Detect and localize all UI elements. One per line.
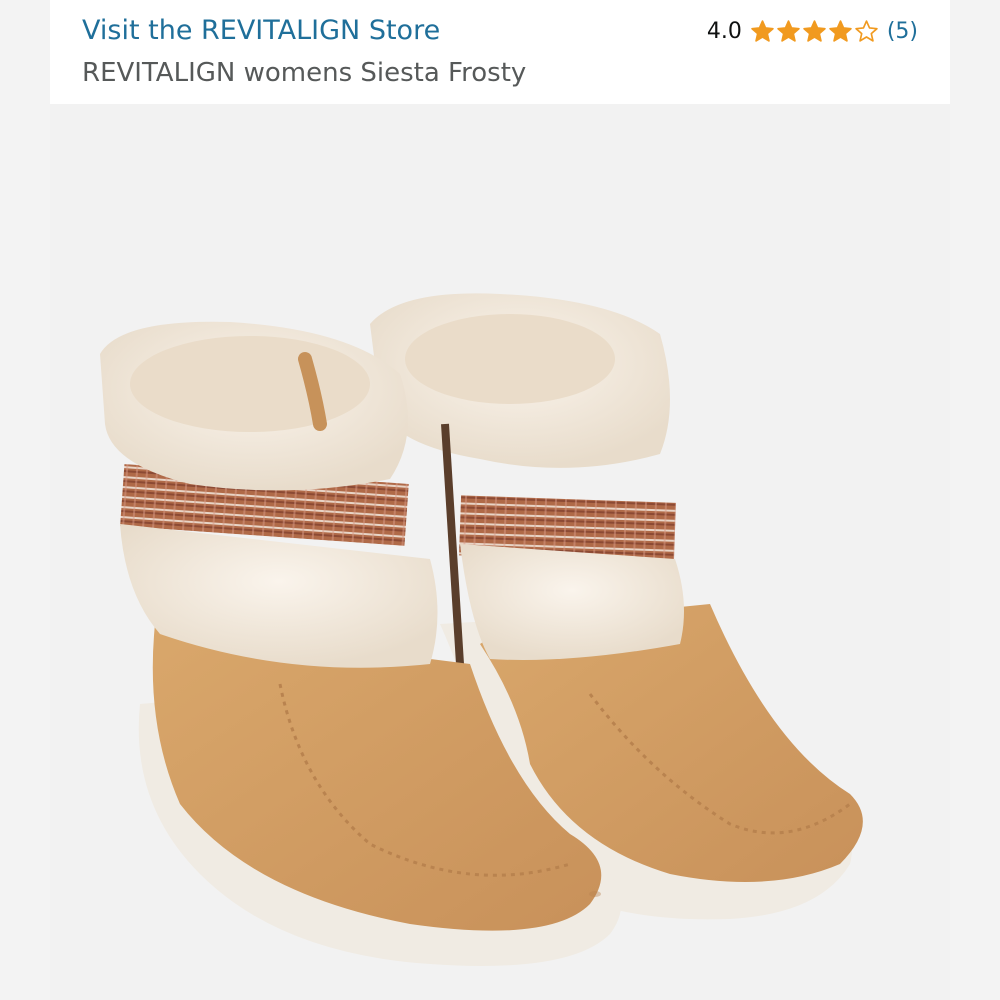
star-filled-icon [829, 19, 852, 42]
star-filled-icon [751, 19, 774, 42]
product-header: Visit the REVITALIGN Store REVITALIGN wo… [50, 0, 950, 104]
rating-count[interactable]: (5) [887, 19, 918, 44]
rating-summary[interactable]: 4.0 (5) [707, 16, 918, 46]
store-link[interactable]: Visit the REVITALIGN Store [82, 15, 440, 46]
rating-value: 4.0 [706, 18, 742, 44]
star-rating [750, 19, 879, 44]
left-margin [0, 0, 50, 1000]
star-empty-icon [855, 19, 878, 42]
product-title: REVITALIGN womens Siesta Frosty [82, 58, 527, 88]
star-filled-icon [803, 19, 826, 42]
product-image[interactable] [50, 104, 950, 1000]
boots-photo [100, 293, 863, 966]
right-margin [950, 0, 1000, 1000]
star-filled-icon [777, 19, 800, 42]
